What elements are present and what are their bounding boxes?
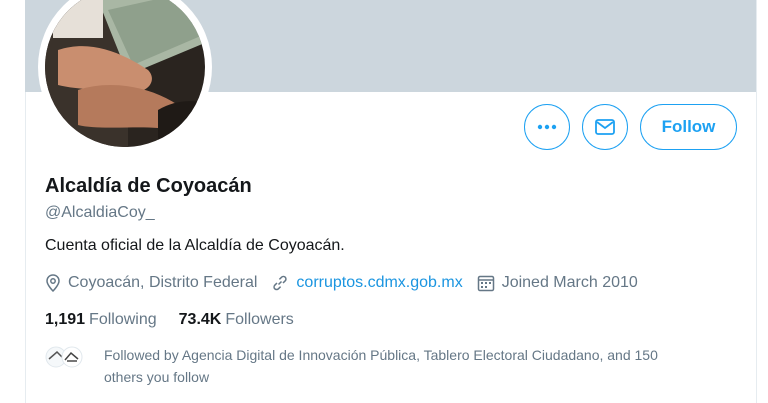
followed-by-line-1: Followed by Agencia Digital de Innovació…: [104, 347, 658, 363]
more-icon: [537, 124, 557, 130]
profile-stats: 1,191 Following 73.4K Followers: [45, 311, 316, 329]
profile-handle: @AlcaldiaCoy_: [45, 204, 155, 221]
followers-you-know-avatars: [45, 346, 83, 368]
following-count: 1,191: [45, 311, 86, 328]
envelope-icon: [595, 119, 615, 135]
joined-text: Joined March 2010: [501, 274, 638, 291]
followers-stat[interactable]: 73.4K Followers: [179, 311, 294, 329]
followers-label: Followers: [225, 311, 294, 328]
joined-item: Joined March 2010: [477, 274, 638, 292]
followers-count: 73.4K: [178, 311, 222, 328]
followed-by[interactable]: Followed by Agencia Digital de Innovació…: [45, 344, 744, 388]
following-stat[interactable]: 1,191 Following: [45, 311, 157, 329]
profile-actions: Follow: [524, 104, 737, 150]
website-link[interactable]: corruptos.cdmx.gob.mx: [296, 274, 462, 292]
calendar-icon: [477, 275, 494, 292]
link-icon: [273, 275, 288, 291]
location-text: Coyoacán, Distrito Federal: [68, 274, 258, 291]
more-button[interactable]: [524, 104, 570, 150]
profile-meta: Coyoacán, Distrito Federal corruptos.cdm…: [45, 274, 652, 292]
profile-name: Alcaldía de Coyoacán: [45, 175, 252, 197]
followed-by-text: Followed by Agencia Digital de Innovació…: [104, 344, 744, 388]
website-item: corruptos.cdmx.gob.mx: [271, 274, 463, 292]
location-item: Coyoacán, Distrito Federal: [45, 274, 257, 292]
profile-bio: Cuenta oficial de la Alcaldía de Coyoacá…: [45, 237, 345, 254]
location-pin-icon: [46, 274, 60, 292]
message-button[interactable]: [582, 104, 628, 150]
followed-by-line-2: others you follow: [104, 369, 210, 385]
follow-button[interactable]: Follow: [640, 104, 737, 150]
following-label: Following: [89, 311, 157, 328]
